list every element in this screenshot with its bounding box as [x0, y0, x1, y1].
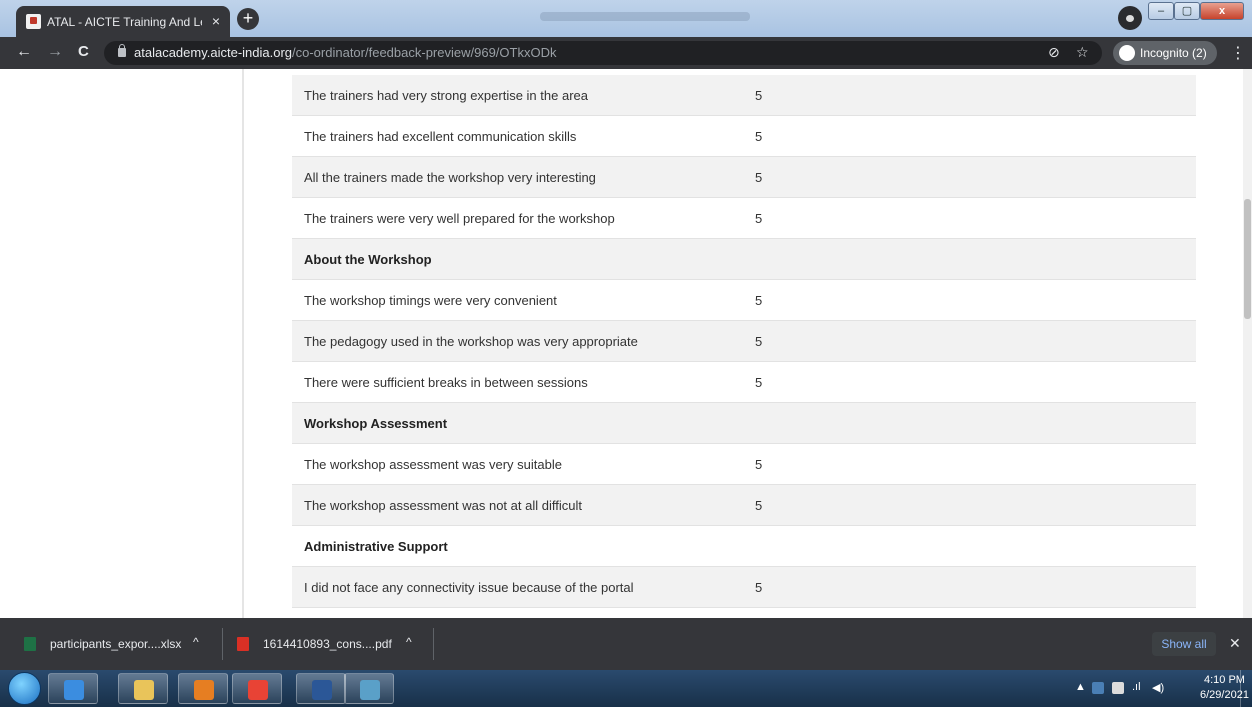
- question-text: The trainers were very well prepared for…: [304, 211, 615, 226]
- section-title: About the Workshop: [304, 252, 432, 267]
- reload-icon[interactable]: C: [78, 43, 89, 60]
- download-filename: 1614410893_cons....pdf: [263, 637, 392, 651]
- table-row: The trainers were very well prepared for…: [292, 198, 1196, 239]
- downloads-bar: participants_expor....xlsx ^ 1614410893_…: [0, 618, 1252, 670]
- section-title: Administrative Support: [304, 539, 448, 554]
- action-center-icon[interactable]: [1092, 682, 1104, 694]
- url-text[interactable]: atalacademy.aicte-india.org/co-ordinator…: [134, 45, 556, 60]
- background-window-title: [540, 12, 750, 21]
- rating-value: 5: [755, 498, 763, 513]
- downloads-close-icon[interactable]: ✕: [1229, 635, 1241, 652]
- start-button[interactable]: [8, 672, 41, 705]
- question-text: The trainers had excellent communication…: [304, 129, 577, 144]
- window-close-button[interactable]: x: [1200, 2, 1244, 20]
- question-text: The workshop timings were very convenien…: [304, 293, 557, 308]
- download-item[interactable]: participants_expor....xlsx ^: [0, 618, 222, 670]
- download-divider: [433, 628, 434, 660]
- scrollbar-thumb[interactable]: [1244, 199, 1251, 319]
- back-icon[interactable]: ←: [16, 43, 32, 61]
- table-row: The workshop timings were very convenien…: [292, 280, 1196, 321]
- photo-viewer-icon: [360, 680, 380, 700]
- tab-title: ATAL - AICTE Training And Learn: [47, 15, 202, 29]
- taskbar-app-button[interactable]: [344, 673, 394, 704]
- question-text: The workshop assessment was very suitabl…: [304, 457, 562, 472]
- table-row: The workshop assessment was not at all d…: [292, 485, 1196, 526]
- incognito-label: Incognito (2): [1140, 46, 1207, 60]
- page-content: The trainers had very strong expertise i…: [0, 69, 1252, 618]
- chevron-up-icon[interactable]: ^: [406, 635, 412, 649]
- page-scrollbar[interactable]: [1243, 69, 1252, 618]
- browser-titlebar: ATAL - AICTE Training And Learn × + – ▢ …: [0, 0, 1252, 37]
- network-icon[interactable]: [1112, 682, 1124, 694]
- table-row: The pedagogy used in the workshop was ve…: [292, 321, 1196, 362]
- rating-value: 5: [755, 334, 763, 349]
- taskbar-app-button[interactable]: [48, 673, 98, 704]
- browser-toolbar: ← → C atalacademy.aicte-india.org/co-ord…: [0, 37, 1252, 69]
- table-row: I did not face any connectivity issue be…: [292, 567, 1196, 608]
- show-hidden-icons-icon[interactable]: ▲: [1075, 681, 1086, 693]
- star-icon[interactable]: ☆: [1076, 44, 1089, 61]
- rating-value: 5: [755, 457, 763, 472]
- section-header-row: About the Workshop: [292, 239, 1196, 280]
- volume-icon[interactable]: ◀): [1152, 681, 1164, 694]
- download-filename: participants_expor....xlsx: [50, 637, 182, 651]
- feedback-table: The trainers had very strong expertise i…: [292, 75, 1196, 608]
- minimize-button[interactable]: –: [1148, 2, 1174, 20]
- show-desktop-button[interactable]: [1240, 670, 1252, 707]
- question-text: The trainers had very strong expertise i…: [304, 88, 588, 103]
- browser-tab[interactable]: ATAL - AICTE Training And Learn ×: [16, 6, 230, 37]
- forward-icon[interactable]: →: [47, 43, 63, 61]
- rating-value: 5: [755, 293, 763, 308]
- question-text: The pedagogy used in the workshop was ve…: [304, 334, 638, 349]
- rating-value: 5: [755, 170, 763, 185]
- question-text: All the trainers made the workshop very …: [304, 170, 596, 185]
- eye-off-icon[interactable]: ⊘: [1048, 44, 1060, 61]
- url-path: /co-ordinator/feedback-preview/969/OTkxO…: [292, 45, 557, 60]
- rating-value: 5: [755, 129, 763, 144]
- incognito-indicator[interactable]: Incognito (2): [1113, 41, 1217, 65]
- table-row: The trainers had very strong expertise i…: [292, 75, 1196, 116]
- incognito-icon: [1119, 45, 1135, 61]
- question-text: I did not face any connectivity issue be…: [304, 580, 634, 595]
- url-host: atalacademy.aicte-india.org: [134, 45, 293, 60]
- site-favicon-icon: [26, 14, 41, 29]
- rating-value: 5: [755, 375, 763, 390]
- pdf-file-icon: [237, 637, 249, 651]
- new-tab-button[interactable]: +: [237, 8, 259, 30]
- signal-icon[interactable]: .ıl: [1132, 681, 1141, 693]
- section-header-row: Administrative Support: [292, 526, 1196, 567]
- sidebar-divider: [242, 69, 244, 618]
- download-item[interactable]: 1614410893_cons....pdf ^: [223, 618, 433, 670]
- rating-value: 5: [755, 580, 763, 595]
- question-text: There were sufficient breaks in between …: [304, 375, 588, 390]
- question-text: The workshop assessment was not at all d…: [304, 498, 582, 513]
- rating-value: 5: [755, 211, 763, 226]
- internet-explorer-icon: [64, 680, 84, 700]
- outlook-icon: [194, 680, 214, 700]
- taskbar-app-button[interactable]: [296, 673, 346, 704]
- maximize-button[interactable]: ▢: [1174, 2, 1200, 20]
- taskbar-app-button[interactable]: [232, 673, 282, 704]
- table-row: All the trainers made the workshop very …: [292, 157, 1196, 198]
- table-row: The workshop assessment was very suitabl…: [292, 444, 1196, 485]
- rating-value: 5: [755, 88, 763, 103]
- taskbar-app-button[interactable]: [178, 673, 228, 704]
- table-row: The trainers had excellent communication…: [292, 116, 1196, 157]
- incognito-profile-icon[interactable]: [1118, 6, 1142, 30]
- browser-menu-icon[interactable]: ⋮: [1230, 43, 1246, 63]
- section-header-row: Workshop Assessment: [292, 403, 1196, 444]
- lock-icon[interactable]: [118, 44, 126, 57]
- tab-close-icon[interactable]: ×: [212, 13, 220, 29]
- taskbar-app-button[interactable]: [118, 673, 168, 704]
- word-icon: [312, 680, 332, 700]
- table-row: There were sufficient breaks in between …: [292, 362, 1196, 403]
- show-all-button[interactable]: Show all: [1152, 632, 1216, 656]
- windows-taskbar: ▲ .ıl ◀) 4:10 PM 6/29/2021: [0, 670, 1252, 707]
- section-title: Workshop Assessment: [304, 416, 448, 431]
- file-explorer-icon: [134, 680, 154, 700]
- address-bar[interactable]: atalacademy.aicte-india.org/co-ordinator…: [104, 41, 1102, 65]
- chevron-up-icon[interactable]: ^: [193, 635, 199, 649]
- chrome-icon: [248, 680, 268, 700]
- excel-file-icon: [24, 637, 36, 651]
